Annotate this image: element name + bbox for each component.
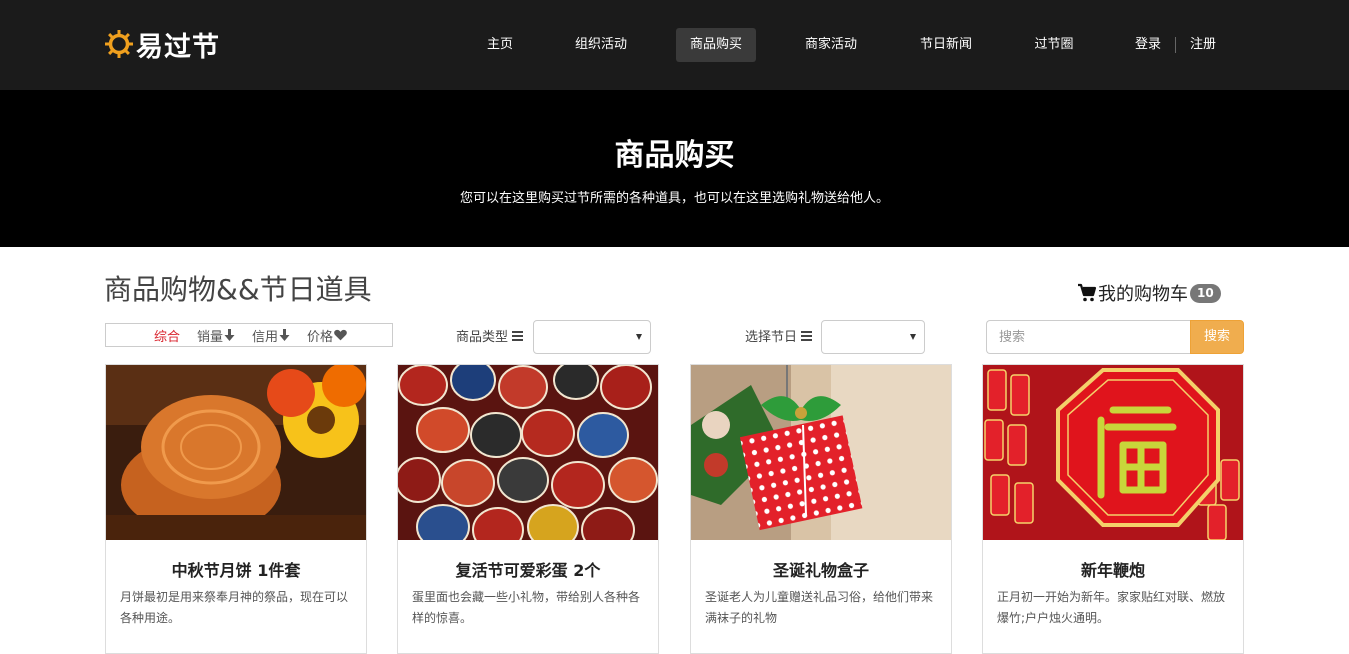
- festival-select[interactable]: [821, 320, 925, 354]
- login-link[interactable]: 登录: [1128, 28, 1168, 62]
- easter-eggs-image: [398, 365, 658, 540]
- product-description: 月饼最初是用来祭奉月神的祭品，现在可以各种用途。: [120, 590, 349, 625]
- section-title: 商品购物&&节日道具: [104, 273, 372, 306]
- caret-down-icon: [636, 334, 642, 340]
- sort-label: 销量: [197, 329, 224, 345]
- hero-banner: 商品购买 您可以在这里购买过节所需的各种道具，也可以在这里选购礼物送给他人。: [0, 90, 1349, 247]
- nav-item-shop[interactable]: 商品购买: [676, 28, 756, 62]
- heart-icon: [334, 329, 347, 341]
- product-description: 圣诞老人为儿童赠送礼品习俗，给他们带来满袜子的礼物: [705, 590, 934, 625]
- product-type-label-text: 商品类型: [456, 330, 509, 345]
- sort-sales[interactable]: 销量: [197, 326, 235, 345]
- nav-item-circle[interactable]: 过节圈: [1021, 28, 1087, 62]
- product-card[interactable]: 新年鞭炮 正月初一开始为新年。家家贴红对联、燃放爆竹;户户烛火通明。: [982, 364, 1244, 654]
- product-type-select[interactable]: [533, 320, 651, 354]
- shopping-cart-link[interactable]: 我的购物车 10: [1077, 280, 1221, 306]
- nav-item-news[interactable]: 节日新闻: [906, 28, 986, 62]
- search-button[interactable]: 搜索: [1190, 320, 1244, 354]
- arrow-down-icon: [224, 329, 235, 341]
- product-type-label: 商品类型: [456, 326, 524, 345]
- christmas-gift-image: [691, 365, 951, 540]
- list-icon: [801, 330, 813, 341]
- register-link[interactable]: 注册: [1183, 28, 1223, 62]
- sort-label: 信用: [252, 329, 279, 345]
- top-navbar: 易过节 主页 组织活动 商品购买 商家活动 节日新闻 过节圈 登录 注册: [0, 0, 1349, 90]
- product-title[interactable]: 中秋节月饼 1件套: [106, 557, 366, 581]
- nav-item-merchant[interactable]: 商家活动: [791, 28, 871, 62]
- festival-label: 选择节日: [745, 326, 813, 345]
- firecrackers-image: [983, 365, 1243, 540]
- product-description: 正月初一开始为新年。家家贴红对联、燃放爆竹;户户烛火通明。: [997, 590, 1226, 625]
- product-card[interactable]: 复活节可爱彩蛋 2个 蛋里面也会藏一些小礼物，带给别人各种各样的惊喜。: [397, 364, 659, 654]
- sort-comprehensive[interactable]: 综合: [154, 326, 180, 345]
- product-card[interactable]: 中秋节月饼 1件套 月饼最初是用来祭奉月神的祭品，现在可以各种用途。: [105, 364, 367, 654]
- shopping-cart-icon: [1078, 283, 1097, 302]
- search-input[interactable]: [986, 320, 1191, 354]
- festival-label-text: 选择节日: [745, 330, 798, 345]
- product-card[interactable]: 圣诞礼物盒子 圣诞老人为儿童赠送礼品习俗，给他们带来满袜子的礼物: [690, 364, 952, 654]
- nav-item-home[interactable]: 主页: [474, 28, 526, 62]
- list-icon: [512, 330, 524, 341]
- nav-divider: [1175, 37, 1176, 53]
- caret-down-icon: [910, 334, 916, 340]
- sun-logo-icon: [105, 30, 133, 58]
- arrow-down-icon: [279, 329, 290, 341]
- brand-name: 易过节: [136, 31, 220, 63]
- nav-item-organize[interactable]: 组织活动: [561, 28, 641, 62]
- hero-title: 商品购买: [614, 138, 735, 173]
- sort-label: 价格: [307, 329, 334, 345]
- sort-price[interactable]: 价格: [307, 326, 347, 345]
- cart-label: 我的购物车: [1098, 284, 1188, 305]
- cart-count-badge: 10: [1190, 283, 1221, 303]
- sort-credit[interactable]: 信用: [252, 326, 290, 345]
- sort-bar: 综合 销量 信用 价格: [105, 323, 393, 347]
- product-title[interactable]: 圣诞礼物盒子: [691, 557, 951, 581]
- product-title[interactable]: 新年鞭炮: [983, 557, 1243, 581]
- sort-label: 综合: [154, 329, 181, 345]
- product-title[interactable]: 复活节可爱彩蛋 2个: [398, 557, 658, 581]
- hero-subtitle: 您可以在这里购买过节所需的各种道具，也可以在这里选购礼物送给他人。: [459, 191, 889, 206]
- mooncake-image: [106, 365, 366, 540]
- product-description: 蛋里面也会藏一些小礼物，带给别人各种各样的惊喜。: [412, 590, 641, 625]
- brand-logo[interactable]: 易过节: [104, 24, 220, 64]
